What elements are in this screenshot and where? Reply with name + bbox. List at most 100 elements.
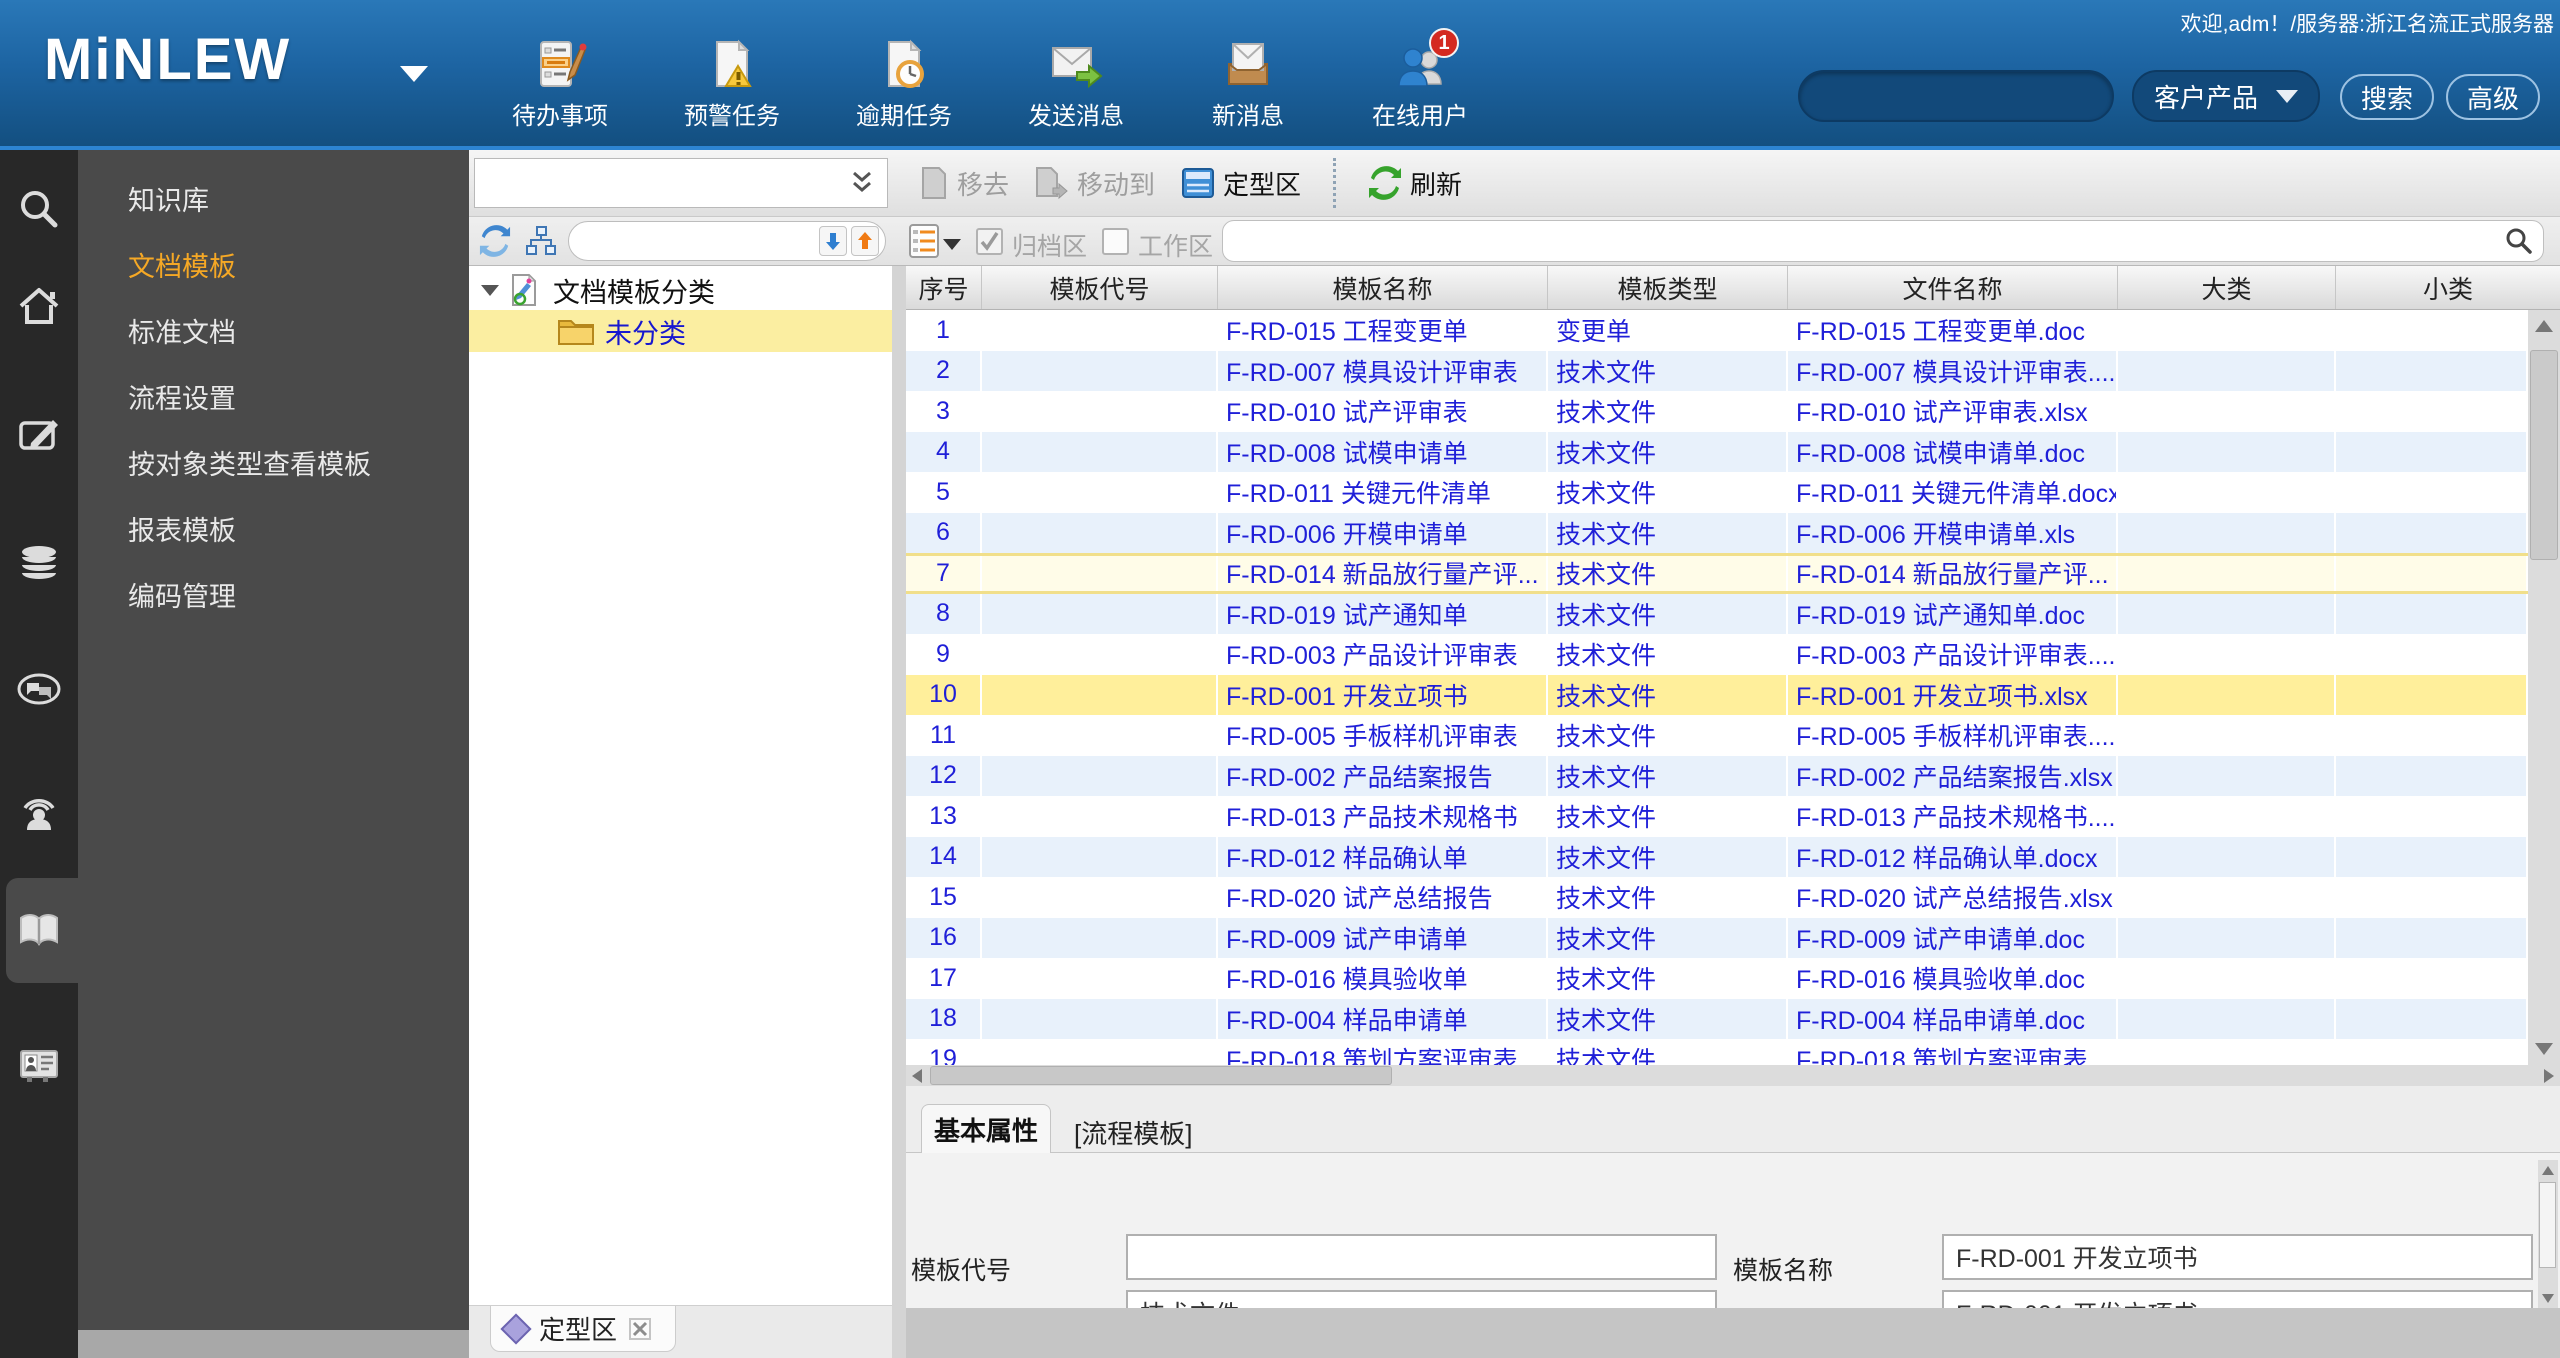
edit-icon[interactable]: [17, 413, 61, 457]
archive-zone-checkbox[interactable]: [976, 228, 1003, 255]
scroll-down-button[interactable]: [2528, 1033, 2560, 1065]
file-name-input[interactable]: [1942, 1290, 2533, 1308]
table-row[interactable]: 4 F-RD-008 试模申请单 技术文件 F-RD-008 试模申请单.doc: [906, 431, 2528, 472]
table-row[interactable]: 17 F-RD-016 模具验收单 技术文件 F-RD-016 模具验收单.do…: [906, 958, 2528, 999]
contact-card-icon[interactable]: [17, 1043, 61, 1087]
overdue-tasks-button[interactable]: 逾期任务: [842, 38, 966, 131]
warning-tasks-button[interactable]: 预警任务: [670, 38, 794, 131]
table-row[interactable]: 7 F-RD-014 新品放行量产评... 技术文件 F-RD-014 新品放行…: [906, 553, 2528, 594]
new-message-button[interactable]: 新消息: [1186, 38, 1310, 131]
tree-search-input[interactable]: [575, 226, 815, 256]
template-category-tree: 文档模板分类 未分类: [469, 266, 892, 1305]
table-row[interactable]: 6 F-RD-006 开模申请单 技术文件 F-RD-006 开模申请单.xls: [906, 512, 2528, 553]
cell-code: [982, 877, 1218, 918]
logo-dropdown-caret-icon[interactable]: [400, 66, 428, 82]
cell-code: [982, 998, 1218, 1039]
global-search-input[interactable]: [1798, 70, 2114, 122]
scroll-left-button[interactable]: [906, 1065, 928, 1086]
table-row[interactable]: 3 F-RD-010 试产评审表 技术文件 F-RD-010 试产评审表.xls…: [906, 391, 2528, 432]
template-name-input[interactable]: [1942, 1234, 2533, 1280]
sidebar-item-knowledge-base[interactable]: 知识库: [78, 168, 469, 234]
column-header-seq[interactable]: 序号: [906, 266, 982, 309]
scroll-up-button[interactable]: [2528, 310, 2560, 342]
fixed-zone-button[interactable]: 定型区: [1181, 165, 1301, 202]
tree-expand-caret-icon[interactable]: [481, 284, 499, 296]
home-icon[interactable]: [17, 284, 61, 328]
send-message-button[interactable]: 发送消息: [1014, 38, 1138, 131]
tab-basic-properties[interactable]: 基本属性: [921, 1104, 1051, 1153]
search-button[interactable]: 搜索: [2340, 74, 2434, 120]
view-mode-icon[interactable]: [909, 224, 941, 258]
table-vertical-scrollbar[interactable]: [2528, 310, 2560, 1065]
column-header-major[interactable]: 大类: [2118, 266, 2336, 309]
column-header-code[interactable]: 模板代号: [982, 266, 1218, 309]
database-icon[interactable]: [17, 543, 61, 587]
column-header-name[interactable]: 模板名称: [1218, 266, 1548, 309]
table-row[interactable]: 9 F-RD-003 产品设计评审表 技术文件 F-RD-003 产品设计评审表…: [906, 634, 2528, 675]
fixed-zone-tab[interactable]: 定型区: [490, 1306, 676, 1352]
sidebar-item-templates-by-object-type[interactable]: 按对象类型查看模板: [78, 432, 469, 498]
template-type-input[interactable]: [1126, 1290, 1717, 1308]
table-row[interactable]: 14 F-RD-012 样品确认单 技术文件 F-RD-012 样品确认单.do…: [906, 836, 2528, 877]
cell-major: [2118, 1039, 2336, 1065]
work-zone-checkbox[interactable]: [1102, 228, 1129, 255]
table-row[interactable]: 5 F-RD-011 关键元件清单 技术文件 F-RD-011 关键元件清单.d…: [906, 472, 2528, 513]
panel-divider[interactable]: [892, 266, 906, 1358]
table-row[interactable]: 19 F-RD-018 策划方案评审表 技术文件 F-RD-018 策划方案评审…: [906, 1039, 2528, 1065]
chat-icon[interactable]: [17, 667, 61, 711]
table-filter-input[interactable]: [1233, 224, 2503, 258]
remove-button[interactable]: 移去: [919, 165, 1009, 202]
locate-up-button[interactable]: [851, 226, 879, 256]
cell-type: 技术文件: [1548, 796, 1788, 837]
table-row[interactable]: 18 F-RD-004 样品申请单 技术文件 F-RD-004 样品申请单.do…: [906, 998, 2528, 1039]
table-row[interactable]: 1 F-RD-015 工程变更单 变更单 F-RD-015 工程变更单.doc: [906, 310, 2528, 351]
table-row[interactable]: 10 F-RD-001 开发立项书 技术文件 F-RD-001 开发立项书.xl…: [906, 674, 2528, 715]
table-row[interactable]: 16 F-RD-009 试产申请单 技术文件 F-RD-009 试产申请单.do…: [906, 917, 2528, 958]
table-horizontal-scrollbar[interactable]: [906, 1065, 2560, 1086]
detail-vertical-scrollbar[interactable]: [2538, 1160, 2558, 1308]
table-row[interactable]: 13 F-RD-013 产品技术规格书 技术文件 F-RD-013 产品技术规格…: [906, 796, 2528, 837]
scroll-up-button[interactable]: [2538, 1160, 2558, 1180]
locate-down-button[interactable]: [819, 226, 847, 256]
view-mode-caret-icon[interactable]: [943, 239, 961, 250]
cell-type: 技术文件: [1548, 877, 1788, 918]
column-header-minor[interactable]: 小类: [2336, 266, 2560, 309]
sidebar-item-standard-documents[interactable]: 标准文档: [78, 300, 469, 366]
sync-tree-icon[interactable]: [479, 225, 511, 257]
sidebar-item-code-management[interactable]: 编码管理: [78, 564, 469, 630]
template-code-input[interactable]: [1126, 1234, 1717, 1280]
table-row[interactable]: 8 F-RD-019 试产通知单 技术文件 F-RD-019 试产通知单.doc: [906, 593, 2528, 634]
search-icon[interactable]: [2503, 226, 2533, 256]
scroll-right-button[interactable]: [2538, 1065, 2560, 1086]
scrollbar-thumb[interactable]: [2539, 1182, 2556, 1268]
table-row[interactable]: 15 F-RD-020 试产总结报告 技术文件 F-RD-020 试产总结报告.…: [906, 877, 2528, 918]
advanced-search-button[interactable]: 高级: [2446, 74, 2540, 120]
org-tree-icon[interactable]: [525, 225, 557, 257]
move-to-button[interactable]: 移动到: [1035, 165, 1155, 202]
book-icon[interactable]: [17, 908, 61, 952]
column-header-type[interactable]: 模板类型: [1548, 266, 1788, 309]
refresh-button[interactable]: 刷新: [1368, 165, 1462, 202]
category-filter-combobox[interactable]: [474, 158, 888, 208]
scrollbar-thumb[interactable]: [930, 1066, 1392, 1085]
scrollbar-thumb[interactable]: [2530, 350, 2558, 560]
sidebar-item-process-settings[interactable]: 流程设置: [78, 366, 469, 432]
tree-root-node[interactable]: 文档模板分类: [469, 270, 892, 310]
column-header-file[interactable]: 文件名称: [1788, 266, 2118, 309]
tab-flow-template[interactable]: [流程模板]: [1074, 1114, 1192, 1151]
sidebar-item-report-templates[interactable]: 报表模板: [78, 498, 469, 564]
broadcast-user-icon[interactable]: [17, 790, 61, 834]
table-row[interactable]: 2 F-RD-007 模具设计评审表 技术文件 F-RD-007 模具设计评审表…: [906, 350, 2528, 391]
todo-items-button[interactable]: 待办事项: [498, 38, 622, 131]
table-header-row: 序号 模板代号 模板名称 模板类型 文件名称 大类 小类: [906, 266, 2560, 310]
cell-seq: 5: [906, 472, 982, 513]
scroll-down-button[interactable]: [2538, 1288, 2558, 1308]
search-icon[interactable]: [17, 188, 61, 232]
table-row[interactable]: 11 F-RD-005 手板样机评审表 技术文件 F-RD-005 手板样机评审…: [906, 715, 2528, 756]
tree-node-unclassified[interactable]: 未分类: [469, 310, 892, 352]
close-icon[interactable]: [629, 1317, 652, 1340]
table-row[interactable]: 12 F-RD-002 产品结案报告 技术文件 F-RD-002 产品结案报告.…: [906, 755, 2528, 796]
online-users-button[interactable]: 1 在线用户: [1358, 28, 1482, 131]
sidebar-item-document-templates[interactable]: 文档模板: [78, 234, 469, 300]
search-category-dropdown[interactable]: 客户产品: [2132, 70, 2320, 122]
